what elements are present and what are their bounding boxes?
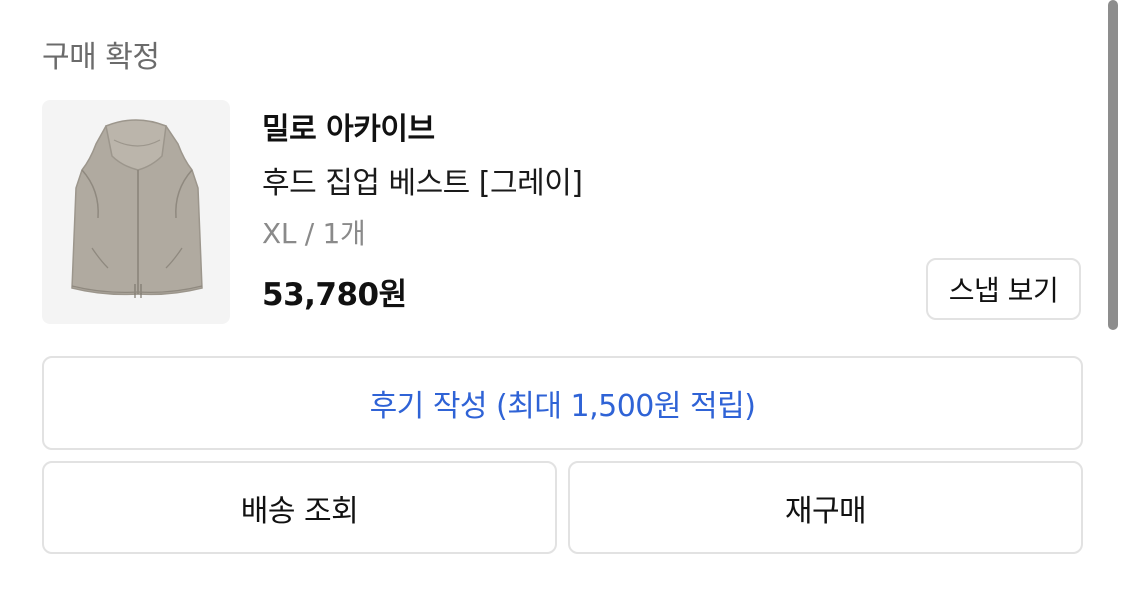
order-item-card: 구매 확정 밀로 아카이브 후드 집업 베스트 [그레이] XL / 1개 53… (0, 0, 1125, 600)
order-status-label: 구매 확정 (42, 40, 160, 75)
track-delivery-button[interactable]: 배송 조회 (42, 461, 557, 554)
product-option: XL / 1개 (262, 217, 366, 250)
product-name[interactable]: 후드 집업 베스트 [그레이] (262, 158, 583, 202)
product-price: 53,780원 (262, 277, 407, 313)
write-review-button[interactable]: 후기 작성 (최대 1,500원 적립) (42, 356, 1083, 450)
product-thumbnail[interactable] (42, 100, 230, 324)
scrollbar[interactable] (1108, 0, 1118, 330)
gray-hooded-vest-image (71, 119, 203, 298)
rebuy-button[interactable]: 재구매 (568, 461, 1083, 554)
brand-name[interactable]: 밀로 아카이브 (262, 104, 435, 148)
view-snap-button[interactable]: 스냅 보기 (926, 258, 1081, 320)
